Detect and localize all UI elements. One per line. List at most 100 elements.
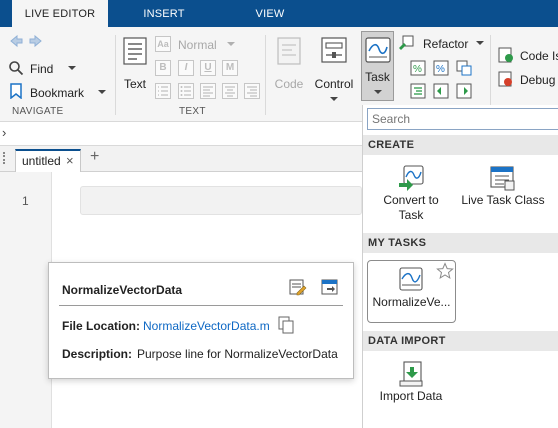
italic-button[interactable]: I <box>178 60 194 76</box>
text-document-icon <box>123 37 147 65</box>
group-divider <box>265 35 266 115</box>
back-arrow-icon[interactable] <box>8 33 24 52</box>
code-issues-icon <box>498 47 513 63</box>
live-task-icon <box>365 37 391 63</box>
uncomment-icon[interactable]: % <box>433 60 449 79</box>
refactor-button[interactable]: Refactor <box>398 35 488 51</box>
text-button-label: Text <box>123 77 146 91</box>
forward-arrow-icon[interactable] <box>28 33 44 52</box>
data-import-section-header: DATA IMPORT <box>363 331 558 351</box>
open-task-source-icon[interactable] <box>321 278 339 299</box>
code-button-label: Code <box>274 77 304 91</box>
description-value: Purpose line for NormalizeVectorData <box>137 347 338 361</box>
underline-button[interactable]: U <box>200 60 216 76</box>
control-button-label: Control <box>314 77 354 91</box>
task-button-label: Task <box>365 70 390 84</box>
code-issues-button[interactable]: Code Is <box>498 47 558 63</box>
editor-tab-strip: untitled × + <box>0 146 362 172</box>
copy-path-icon[interactable] <box>278 316 294 337</box>
bold-button[interactable]: B <box>155 60 171 76</box>
import-data-label: Import Data <box>379 389 443 403</box>
refactor-label: Refactor <box>423 37 469 51</box>
decrease-indent-icon[interactable] <box>433 83 449 102</box>
search-icon <box>9 61 24 76</box>
path-expand-icon[interactable]: › <box>2 125 6 140</box>
paragraph-style-select[interactable]: Aa Normal <box>155 36 237 52</box>
group-divider <box>115 35 116 115</box>
new-tab-button[interactable]: + <box>90 148 99 166</box>
card-divider <box>59 305 343 306</box>
address-bar[interactable]: › <box>0 122 362 146</box>
group-divider <box>490 35 491 115</box>
bookmark-button[interactable]: Bookmark <box>8 83 108 100</box>
convert-to-task-label-2: Task <box>398 208 424 222</box>
insert-task-button[interactable]: Task <box>361 31 394 101</box>
style-select-value: Normal <box>178 38 217 52</box>
code-line-1[interactable] <box>80 186 362 215</box>
refactor-dropdown-icon <box>476 41 484 45</box>
bookmark-label: Bookmark <box>30 86 85 100</box>
align-left-icon[interactable] <box>200 83 216 99</box>
tab-live-editor[interactable]: LIVE EDITOR <box>12 0 108 27</box>
convert-to-task-item[interactable]: Convert to Task <box>371 163 451 225</box>
control-dropdown-icon <box>330 97 338 101</box>
gallery-search-field[interactable] <box>367 108 558 130</box>
task-details-title: NormalizeVectorData <box>62 283 183 297</box>
numbered-list-icon[interactable] <box>155 83 171 99</box>
convert-to-task-label-1: Convert to <box>383 193 439 207</box>
text-button[interactable]: Text <box>120 35 150 93</box>
wrap-comments-icon[interactable] <box>456 60 472 79</box>
description-key: Description: <box>62 347 133 361</box>
my-task-item-normalizevectordata[interactable]: NormalizeVe... <box>367 260 456 323</box>
find-label: Find <box>30 62 54 76</box>
my-tasks-section-header: MY TASKS <box>363 233 558 253</box>
bookmark-icon <box>10 83 22 99</box>
file-location-link[interactable]: NormalizeVectorData.m <box>143 319 270 333</box>
text-group-label: TEXT <box>179 106 206 117</box>
live-task-class-label: Live Task Class <box>461 193 545 207</box>
gallery-search-input[interactable] <box>368 109 558 129</box>
document-tab-label: untitled <box>22 154 61 168</box>
import-data-item[interactable]: Import Data <box>371 359 451 407</box>
bulleted-list-icon[interactable] <box>178 83 194 99</box>
live-task-class-icon <box>490 166 515 191</box>
align-center-icon[interactable] <box>222 83 238 99</box>
code-block-icon <box>277 37 301 65</box>
edit-task-icon[interactable] <box>289 278 307 299</box>
monospace-button[interactable]: M <box>222 60 238 76</box>
star-favorite-icon[interactable] <box>436 262 454 280</box>
svg-text:%: % <box>413 64 422 75</box>
control-slider-icon <box>321 37 347 63</box>
debug-label: Debug <box>520 73 556 87</box>
navigate-group-label: NAVIGATE <box>12 106 64 117</box>
align-right-icon[interactable] <box>244 83 260 99</box>
tab-insert[interactable]: INSERT <box>120 0 208 27</box>
file-location-key: File Location: <box>62 319 140 333</box>
create-section-header: CREATE <box>363 135 558 155</box>
find-button[interactable]: Find <box>8 60 88 76</box>
debug-button[interactable]: Debug <box>498 71 558 87</box>
import-data-icon <box>399 361 423 387</box>
close-tab-icon[interactable]: × <box>66 153 74 168</box>
increase-indent-icon[interactable] <box>456 83 472 102</box>
smart-indent-icon[interactable] <box>410 83 426 102</box>
document-tab-untitled[interactable]: untitled × <box>15 149 81 172</box>
line-number: 1 <box>22 194 29 208</box>
bookmark-dropdown-icon <box>98 90 106 94</box>
task-details-card: NormalizeVectorData File Location: Norma… <box>48 262 354 379</box>
insert-control-button[interactable]: Control <box>312 35 356 115</box>
style-dropdown-icon <box>227 42 235 46</box>
line-number-gutter: 1 <box>0 172 52 428</box>
live-task-class-item[interactable]: Live Task Class <box>459 163 547 211</box>
svg-text:%: % <box>436 64 445 75</box>
task-gallery-popup: CREATE Convert to Task Live Task Class M… <box>362 105 558 428</box>
style-preview-icon: Aa <box>155 36 171 52</box>
ribbon-tab-bar: LIVE EDITOR INSERT VIEW <box>0 0 558 27</box>
tab-grip-icon <box>3 152 9 164</box>
comment-icon[interactable]: % <box>410 60 426 79</box>
insert-code-button[interactable]: Code <box>270 35 308 93</box>
convert-to-task-icon <box>399 165 424 191</box>
refactor-icon <box>399 35 414 50</box>
code-issues-label: Code Is <box>520 49 558 63</box>
tab-view[interactable]: VIEW <box>226 0 314 27</box>
